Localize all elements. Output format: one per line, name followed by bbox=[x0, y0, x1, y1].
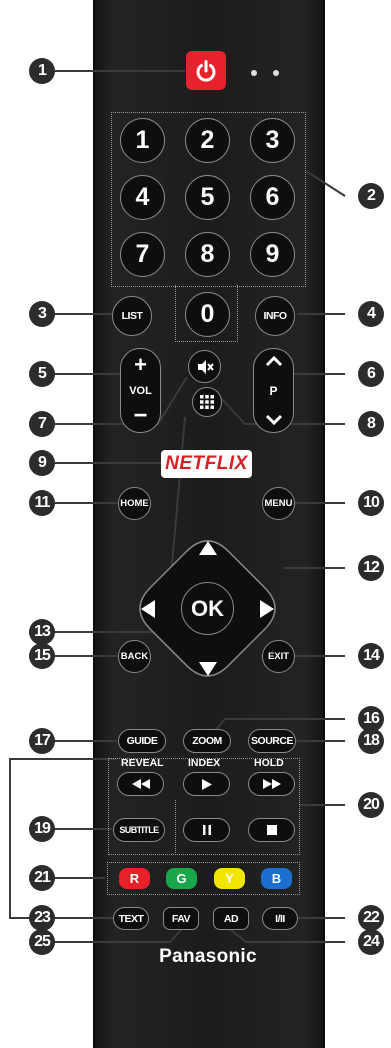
stop-button[interactable] bbox=[248, 818, 295, 842]
volume-up-button[interactable]: + bbox=[134, 354, 147, 376]
power-icon bbox=[196, 59, 216, 82]
rewind-icon bbox=[131, 779, 150, 789]
volume-down-button[interactable]: − bbox=[133, 404, 147, 428]
indicator-dot-right bbox=[273, 70, 279, 76]
callout-17: 17 bbox=[29, 728, 55, 754]
stop-icon bbox=[266, 825, 277, 835]
callout-11: 11 bbox=[29, 490, 55, 516]
pause-button[interactable] bbox=[183, 818, 230, 842]
callout-19: 19 bbox=[29, 816, 55, 842]
blue-key[interactable]: B bbox=[261, 868, 292, 889]
index-label: INDEX bbox=[188, 757, 221, 769]
callout-6: 6 bbox=[358, 361, 384, 387]
callout-23: 23 bbox=[29, 905, 55, 931]
menu-button[interactable]: MENU bbox=[262, 487, 295, 520]
callout-14: 14 bbox=[358, 643, 384, 669]
rewind-button[interactable] bbox=[117, 772, 164, 796]
digit-9-button[interactable]: 9 bbox=[250, 232, 295, 277]
text-button[interactable]: TEXT bbox=[113, 907, 149, 930]
indicator-dot-left bbox=[251, 70, 257, 76]
callout-21: 21 bbox=[29, 865, 55, 891]
apps-button[interactable] bbox=[192, 387, 222, 417]
mute-button[interactable] bbox=[188, 350, 221, 383]
guide-button[interactable]: GUIDE bbox=[118, 729, 166, 753]
arrow-down-icon[interactable] bbox=[199, 662, 217, 676]
power-button[interactable] bbox=[186, 51, 226, 90]
ad-button[interactable]: AD bbox=[213, 907, 249, 930]
red-key[interactable]: R bbox=[119, 868, 150, 889]
callout-2: 2 bbox=[358, 183, 384, 209]
reveal-label: REVEAL bbox=[121, 757, 164, 769]
volume-rocker: + VOL − bbox=[120, 348, 161, 433]
callout-10: 10 bbox=[358, 490, 384, 516]
mute-icon bbox=[197, 359, 214, 374]
dpad: OK bbox=[129, 530, 286, 687]
green-key[interactable]: G bbox=[166, 868, 197, 889]
yellow-key[interactable]: Y bbox=[214, 868, 245, 889]
fast-forward-button[interactable] bbox=[248, 772, 295, 796]
list-button[interactable]: LIST bbox=[112, 296, 152, 336]
callout-20: 20 bbox=[358, 792, 384, 818]
callout-18: 18 bbox=[358, 728, 384, 754]
info-button[interactable]: INFO bbox=[255, 296, 295, 336]
arrow-up-icon[interactable] bbox=[199, 541, 217, 555]
fav-button[interactable]: FAV bbox=[163, 907, 199, 930]
subtitle-divider bbox=[175, 800, 176, 855]
callout-1: 1 bbox=[29, 58, 55, 84]
play-icon bbox=[201, 778, 212, 790]
grid-icon bbox=[200, 395, 214, 409]
callout-13: 13 bbox=[29, 619, 55, 645]
source-button[interactable]: SOURCE bbox=[248, 729, 296, 753]
digit-1-button[interactable]: 1 bbox=[120, 118, 165, 163]
program-up-icon[interactable] bbox=[265, 355, 283, 367]
callout-22: 22 bbox=[358, 905, 384, 931]
pause-icon bbox=[202, 825, 211, 835]
program-rocker: P bbox=[253, 348, 294, 433]
digit-2-button[interactable]: 2 bbox=[185, 118, 230, 163]
digit-6-button[interactable]: 6 bbox=[250, 175, 295, 220]
fast-forward-icon bbox=[262, 779, 281, 789]
play-button[interactable] bbox=[183, 772, 230, 796]
digit-4-button[interactable]: 4 bbox=[120, 175, 165, 220]
callout-24: 24 bbox=[358, 929, 384, 955]
digit-3-button[interactable]: 3 bbox=[250, 118, 295, 163]
callout-3: 3 bbox=[29, 301, 55, 327]
arrow-right-icon[interactable] bbox=[260, 600, 274, 618]
arrow-left-icon[interactable] bbox=[141, 600, 155, 618]
volume-label: VOL bbox=[129, 384, 152, 397]
callout-12: 12 bbox=[358, 555, 384, 581]
audio-mode-button[interactable]: I/II bbox=[262, 907, 298, 930]
hold-label: HOLD bbox=[254, 757, 284, 769]
remote-diagram: 1 2 3 4 5 6 7 8 9 0 LIST INFO + VOL − P … bbox=[0, 0, 391, 1048]
callout-9: 9 bbox=[29, 450, 55, 476]
home-button[interactable]: HOME bbox=[118, 487, 151, 520]
ok-button[interactable]: OK bbox=[181, 582, 234, 635]
callout-7: 7 bbox=[29, 411, 55, 437]
program-label: P bbox=[269, 383, 278, 398]
exit-button[interactable]: EXIT bbox=[262, 640, 295, 673]
digit-8-button[interactable]: 8 bbox=[185, 232, 230, 277]
callout-4: 4 bbox=[358, 301, 384, 327]
back-button[interactable]: BACK bbox=[118, 640, 151, 673]
digit-7-button[interactable]: 7 bbox=[120, 232, 165, 277]
callout-8: 8 bbox=[358, 411, 384, 437]
netflix-button[interactable]: NETFLIX bbox=[161, 450, 252, 478]
program-down-icon[interactable] bbox=[265, 414, 283, 426]
callout-15: 15 bbox=[29, 643, 55, 669]
subtitle-button[interactable]: SUBTITLE bbox=[113, 818, 165, 842]
callout-5: 5 bbox=[29, 361, 55, 387]
callout-25: 25 bbox=[29, 929, 55, 955]
brand-logo: Panasonic bbox=[159, 946, 257, 967]
digit-5-button[interactable]: 5 bbox=[185, 175, 230, 220]
zoom-button[interactable]: ZOOM bbox=[183, 729, 231, 753]
digit-0-button[interactable]: 0 bbox=[185, 292, 230, 337]
